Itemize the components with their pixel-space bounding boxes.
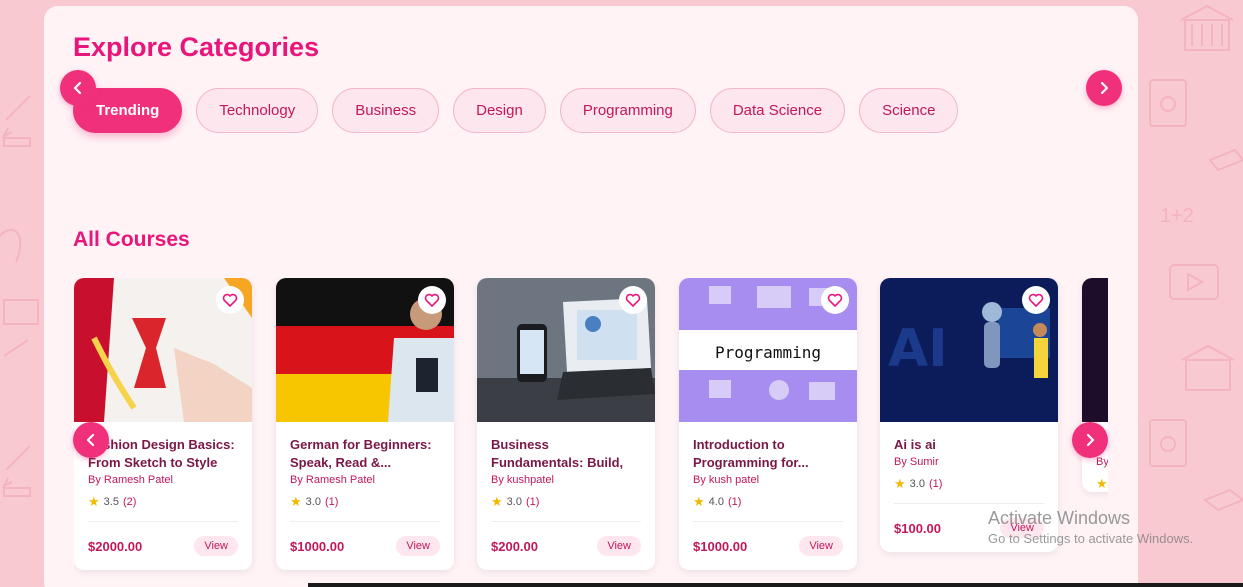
- course-price: $2000.00: [88, 538, 143, 554]
- course-price: $100.00: [894, 520, 941, 536]
- category-chips: Trending Technology Business Design Prog…: [73, 88, 959, 133]
- category-chip-design[interactable]: Design: [453, 88, 546, 133]
- course-card[interactable]: By ★: [1082, 278, 1108, 492]
- course-title: Introduction to Programming for...: [693, 437, 809, 470]
- thumbnail-text: AI: [888, 319, 948, 379]
- chevron-right-icon: [1086, 433, 1095, 447]
- course-price: $1000.00: [693, 538, 748, 554]
- course-rating: 3.5: [103, 496, 119, 508]
- star-icon: ★: [491, 494, 503, 509]
- course-card[interactable]: Business Fundamentals: Build, Grow & Suc…: [477, 278, 655, 570]
- course-title: Business Fundamentals: Build, Grow & Suc…: [491, 437, 624, 470]
- category-chip-data-science[interactable]: Data Science: [709, 88, 846, 133]
- rating-count: (1): [525, 496, 540, 508]
- category-chip-technology[interactable]: Technology: [196, 88, 319, 133]
- favorite-button[interactable]: [821, 286, 849, 314]
- course-title: Fashion Design Basics: From Sketch to St…: [88, 437, 235, 470]
- star-icon: ★: [1096, 476, 1108, 491]
- view-course-button[interactable]: View: [396, 536, 440, 556]
- explore-categories-title: Explore Categories: [73, 32, 320, 62]
- heart-icon: [827, 293, 843, 307]
- watermark-subtitle: Go to Settings to activate Windows.: [988, 531, 1194, 546]
- course-rating: 3.0: [506, 496, 522, 508]
- course-author: By Ramesh Patel: [290, 474, 375, 486]
- rating-count: (1): [727, 496, 742, 508]
- courses-prev-button[interactable]: [73, 422, 109, 458]
- heart-icon: [222, 293, 238, 307]
- rating-count: (2): [122, 496, 137, 508]
- favorite-button[interactable]: [1022, 286, 1050, 314]
- view-course-button[interactable]: View: [194, 536, 238, 556]
- course-price: $200.00: [491, 538, 538, 554]
- favorite-button[interactable]: [418, 286, 446, 314]
- star-icon: ★: [693, 494, 705, 509]
- all-courses-title: All Courses: [73, 228, 190, 251]
- course-author: By Ramesh Patel: [88, 474, 173, 486]
- category-chip-programming[interactable]: Programming: [559, 88, 696, 133]
- favorite-button[interactable]: [619, 286, 647, 314]
- star-icon: ★: [88, 494, 100, 509]
- favorite-button[interactable]: [216, 286, 244, 314]
- watermark-title: Activate Windows: [988, 508, 1131, 528]
- course-author: By kush patel: [693, 474, 760, 486]
- view-course-button[interactable]: View: [799, 536, 843, 556]
- categories-prev-button[interactable]: [60, 70, 96, 106]
- rating-count: (1): [324, 496, 339, 508]
- courses-carousel: Fashion Design Basics: From Sketch to St…: [74, 278, 1108, 578]
- chevron-right-icon: [1100, 81, 1109, 95]
- course-author: By kushpatel: [491, 474, 554, 486]
- course-thumbnail: [276, 278, 454, 422]
- chevron-left-icon: [86, 433, 95, 447]
- chevron-left-icon: [73, 81, 82, 95]
- main-panel: Explore Categories Trending Technology B…: [44, 6, 1138, 587]
- course-rating: 3.0: [909, 478, 925, 490]
- star-icon: ★: [290, 494, 302, 509]
- course-card[interactable]: Programming Introduction to Programming …: [679, 278, 857, 570]
- course-price: $1000.00: [290, 538, 345, 554]
- course-author: By: [1096, 456, 1108, 468]
- course-rating: 3.0: [305, 496, 321, 508]
- course-thumbnail: [477, 278, 655, 422]
- course-thumbnail: [74, 278, 252, 422]
- heart-icon: [625, 293, 641, 307]
- category-chip-science[interactable]: Science: [859, 88, 959, 133]
- svg-text:1+2: 1+2: [1160, 205, 1194, 227]
- heart-icon: [424, 293, 440, 307]
- course-title: German for Beginners: Speak, Read &...: [290, 437, 432, 470]
- course-title: Ai is ai: [894, 437, 936, 452]
- course-rating: 4.0: [708, 496, 724, 508]
- taskbar-edge: [308, 583, 1243, 587]
- course-thumbnail: [1082, 278, 1108, 422]
- windows-activation-watermark: Activate Windows Go to Settings to activ…: [988, 508, 1193, 546]
- category-chip-business[interactable]: Business: [332, 88, 440, 133]
- view-course-button[interactable]: View: [597, 536, 641, 556]
- star-icon: ★: [894, 476, 906, 491]
- course-card[interactable]: German for Beginners: Speak, Read &... B…: [276, 278, 454, 570]
- course-thumbnail: Programming: [679, 278, 857, 422]
- categories-next-button[interactable]: [1086, 70, 1122, 106]
- course-author: By Sumir: [894, 456, 939, 468]
- rating-count: (1): [928, 478, 943, 490]
- heart-icon: [1028, 293, 1044, 307]
- course-thumbnail: AI: [880, 278, 1058, 422]
- thumbnail-text: Programming: [715, 343, 821, 362]
- courses-next-button[interactable]: [1072, 422, 1108, 458]
